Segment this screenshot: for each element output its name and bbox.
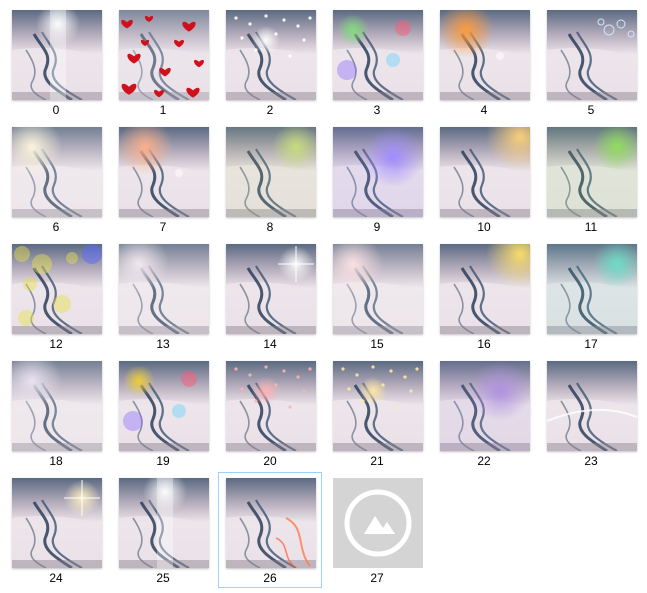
thumbnail-item[interactable]: 13: [111, 238, 215, 354]
thumbnail-label: 15: [370, 337, 384, 351]
thumbnail-label: 9: [373, 220, 381, 234]
thumbnail-image: [440, 127, 530, 217]
thumbnail-label: 26: [263, 571, 277, 585]
thumbnail-label: 17: [584, 337, 598, 351]
thumbnail-label: 8: [266, 220, 274, 234]
thumbnail-image: [440, 361, 530, 451]
thumbnail-image: [333, 361, 423, 451]
thumbnail-image: [226, 244, 316, 334]
thumbnail-label: 22: [477, 454, 491, 468]
thumbnail-item[interactable]: 0: [4, 4, 108, 120]
thumbnail-label: 13: [156, 337, 170, 351]
thumbnail-label: 23: [584, 454, 598, 468]
thumbnail-label: 16: [477, 337, 491, 351]
thumbnail-item[interactable]: 14: [218, 238, 322, 354]
thumbnail-item[interactable]: 1: [111, 4, 215, 120]
thumbnail-image: [333, 244, 423, 334]
thumbnail-item[interactable]: 2: [218, 4, 322, 120]
thumbnail-item[interactable]: 26: [218, 472, 322, 588]
thumbnail-label: 6: [52, 220, 60, 234]
thumbnail-item[interactable]: 25: [111, 472, 215, 588]
thumbnail-image: [333, 10, 423, 100]
thumbnail-label: 19: [156, 454, 170, 468]
thumbnail-item[interactable]: 3: [325, 4, 429, 120]
thumbnail-label: 2: [266, 103, 274, 117]
thumbnail-image: [119, 478, 209, 568]
thumbnail-label: 4: [480, 103, 488, 117]
thumbnail-image: [226, 478, 316, 568]
thumbnail-item[interactable]: 11: [539, 121, 643, 237]
thumbnail-item[interactable]: 6: [4, 121, 108, 237]
thumbnail-label: 21: [370, 454, 384, 468]
thumbnail-label: 10: [477, 220, 491, 234]
thumbnail-item[interactable]: 12: [4, 238, 108, 354]
thumbnail-image: [12, 127, 102, 217]
thumbnail-label: 20: [263, 454, 277, 468]
thumbnail-image: [12, 361, 102, 451]
thumbnail-item[interactable]: 21: [325, 355, 429, 471]
thumbnail-item[interactable]: 16: [432, 238, 536, 354]
thumbnail-image: [226, 10, 316, 100]
thumbnail-image: [119, 127, 209, 217]
thumbnail-image: [547, 127, 637, 217]
thumbnail-image: [12, 244, 102, 334]
thumbnail-image: [547, 244, 637, 334]
thumbnail-label: 18: [49, 454, 63, 468]
thumbnail-image: [440, 10, 530, 100]
thumbnail-grid: 0 1 2 3 4 5 6 7 8 9 10 11 12 13 14 15 16 17 18 19 20 21 22 23 24…: [0, 0, 647, 593]
thumbnail-label: 14: [263, 337, 277, 351]
thumbnail-item[interactable]: 5: [539, 4, 643, 120]
thumbnail-label: 12: [49, 337, 63, 351]
thumbnail-item[interactable]: 27: [325, 472, 429, 588]
thumbnail-label: 3: [373, 103, 381, 117]
thumbnail-item[interactable]: 18: [4, 355, 108, 471]
thumbnail-label: 25: [156, 571, 170, 585]
thumbnail-item[interactable]: 8: [218, 121, 322, 237]
thumbnail-item[interactable]: 10: [432, 121, 536, 237]
thumbnail-image: [119, 10, 209, 100]
thumbnail-item[interactable]: 22: [432, 355, 536, 471]
thumbnail-item[interactable]: 23: [539, 355, 643, 471]
thumbnail-label: 11: [584, 220, 598, 234]
thumbnail-image: [226, 127, 316, 217]
thumbnail-item[interactable]: 4: [432, 4, 536, 120]
thumbnail-image: [12, 10, 102, 100]
thumbnail-image: [440, 244, 530, 334]
thumbnail-item[interactable]: 7: [111, 121, 215, 237]
thumbnail-image: [119, 244, 209, 334]
thumbnail-item[interactable]: 9: [325, 121, 429, 237]
thumbnail-item[interactable]: 17: [539, 238, 643, 354]
thumbnail-label: 27: [370, 571, 384, 585]
thumbnail-image: [226, 361, 316, 451]
thumbnail-label: 24: [49, 571, 63, 585]
thumbnail-label: 0: [52, 103, 60, 117]
thumbnail-label: 5: [587, 103, 595, 117]
thumbnail-item[interactable]: 15: [325, 238, 429, 354]
thumbnail-image: [547, 10, 637, 100]
thumbnail-item[interactable]: 20: [218, 355, 322, 471]
thumbnail-image: [12, 478, 102, 568]
thumbnail-image: [119, 361, 209, 451]
thumbnail-label: 7: [159, 220, 167, 234]
image-placeholder-icon: [333, 478, 423, 568]
thumbnail-label: 1: [159, 103, 167, 117]
thumbnail-item[interactable]: 19: [111, 355, 215, 471]
thumbnail-item[interactable]: 24: [4, 472, 108, 588]
thumbnail-image: [333, 127, 423, 217]
thumbnail-image: [547, 361, 637, 451]
